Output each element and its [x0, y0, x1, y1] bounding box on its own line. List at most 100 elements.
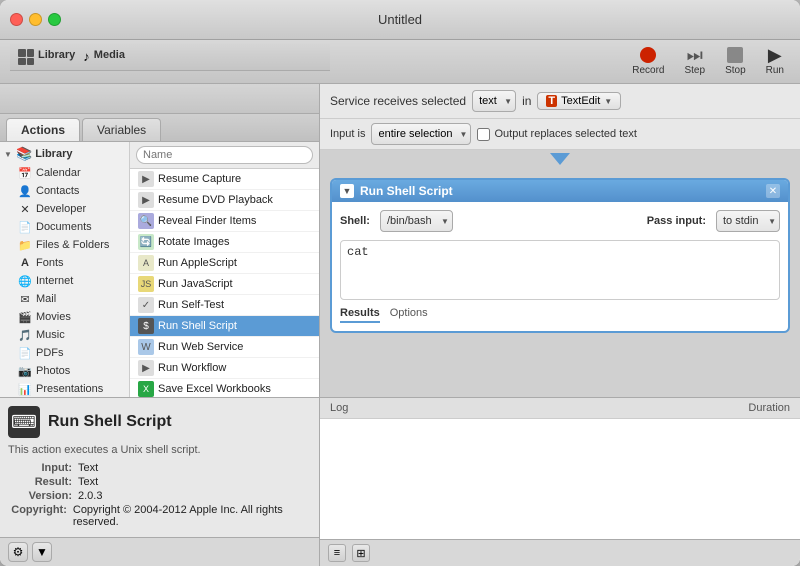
- library-item-photos[interactable]: 📷 Photos: [0, 362, 129, 380]
- calendar-icon: 📅: [18, 166, 32, 180]
- library-item-calendar[interactable]: 📅 Calendar: [0, 164, 129, 182]
- developer-icon: ✕: [18, 202, 32, 216]
- documents-icon: 📄: [18, 220, 32, 234]
- info-icon: ⌨: [11, 412, 37, 433]
- library-item-fonts[interactable]: A Fonts: [0, 254, 129, 272]
- rotate-images-icon: 🔄: [138, 234, 154, 250]
- search-input[interactable]: [136, 146, 313, 164]
- info-header: ⌨ Run Shell Script: [8, 406, 311, 438]
- output-replaces-checkbox[interactable]: [477, 128, 490, 141]
- action-rotate-images-label: Rotate Images: [158, 236, 230, 248]
- action-run-self-test[interactable]: ✓ Run Self-Test: [130, 295, 319, 316]
- shell-script-textarea[interactable]: cat: [340, 240, 780, 300]
- action-reveal-finder[interactable]: 🔍 Reveal Finder Items: [130, 211, 319, 232]
- run-button[interactable]: ▶ Run: [760, 45, 790, 78]
- service-text-select[interactable]: text: [472, 90, 516, 112]
- run-shell-icon: $: [138, 318, 154, 334]
- library-item-mail[interactable]: ✉ Mail: [0, 290, 129, 308]
- library-item-pdfs[interactable]: 📄 PDFs: [0, 344, 129, 362]
- save-excel-icon: X: [138, 381, 154, 397]
- action-resume-capture[interactable]: ▶ Resume Capture: [130, 169, 319, 190]
- card-collapse-icon[interactable]: ▼: [340, 184, 354, 198]
- internet-icon: 🌐: [18, 274, 32, 288]
- right-panel: Service receives selected text in T Text…: [320, 84, 800, 566]
- action-resume-capture-label: Resume Capture: [158, 173, 241, 185]
- action-resume-dvd[interactable]: ▶ Resume DVD Playback: [130, 190, 319, 211]
- shell-tab-results[interactable]: Results: [340, 307, 380, 323]
- action-run-shell-script[interactable]: $ Run Shell Script: [130, 316, 319, 337]
- action-run-workflow[interactable]: ▶ Run Workflow: [130, 358, 319, 379]
- library-item-documents[interactable]: 📄 Documents: [0, 218, 129, 236]
- log-expand-icon[interactable]: ⊞: [352, 544, 370, 562]
- titlebar: Untitled: [0, 0, 800, 40]
- info-expand-button[interactable]: ▼: [32, 542, 52, 562]
- stop-button[interactable]: Stop: [719, 45, 752, 78]
- input-label: Input:: [8, 462, 78, 474]
- maximize-button[interactable]: [48, 13, 61, 26]
- input-selection-select[interactable]: entire selection: [371, 123, 471, 145]
- media-button[interactable]: Media: [94, 49, 125, 65]
- library-sidebar: ▼ 📚 Library 📅 Calendar 👤 Contacts ✕: [0, 142, 130, 397]
- action-save-excel-label: Save Excel Workbooks: [158, 383, 271, 395]
- action-save-excel[interactable]: X Save Excel Workbooks: [130, 379, 319, 397]
- action-reveal-finder-label: Reveal Finder Items: [158, 215, 256, 227]
- shell-tab-options[interactable]: Options: [390, 307, 428, 323]
- music-icon: 🎵: [18, 328, 32, 342]
- record-label: Record: [632, 65, 664, 76]
- shell-card-header: ▼ Run Shell Script ✕: [332, 180, 788, 202]
- action-run-javascript[interactable]: JS Run JavaScript: [130, 274, 319, 295]
- library-item-files-folders[interactable]: 📁 Files & Folders: [0, 236, 129, 254]
- app-chevron-icon: ▼: [604, 97, 612, 106]
- resume-capture-icon: ▶: [138, 171, 154, 187]
- minimize-button[interactable]: [29, 13, 42, 26]
- files-folders-icon: 📁: [18, 238, 32, 252]
- library-item-contacts[interactable]: 👤 Contacts: [0, 182, 129, 200]
- library-button[interactable]: Library: [38, 49, 75, 65]
- version-value: 2.0.3: [78, 490, 102, 502]
- library-item-developer[interactable]: ✕ Developer: [0, 200, 129, 218]
- record-button[interactable]: Record: [626, 45, 670, 78]
- log-bottom-bar: ≡ ⊞: [320, 539, 800, 566]
- record-icon: [640, 47, 656, 63]
- card-close-button[interactable]: ✕: [766, 184, 780, 198]
- shell-select-wrapper: /bin/bash: [380, 210, 453, 232]
- pass-input-select[interactable]: to stdin: [716, 210, 780, 232]
- tab-variables[interactable]: Variables: [82, 118, 161, 141]
- shell-select[interactable]: /bin/bash: [380, 210, 453, 232]
- presentations-label: Presentations: [36, 383, 103, 395]
- input-selection-wrapper: entire selection: [371, 123, 471, 145]
- left-top-spacer: [0, 84, 319, 114]
- workflow-area[interactable]: ▼ Run Shell Script ✕ Shell: /bin/bash: [320, 168, 800, 397]
- library-item-movies[interactable]: 🎬 Movies: [0, 308, 129, 326]
- duration-column-header: Duration: [710, 402, 790, 414]
- library-item-presentations[interactable]: 📊 Presentations: [0, 380, 129, 397]
- pass-input-label: Pass input:: [647, 215, 706, 227]
- info-settings-button[interactable]: ⚙: [8, 542, 28, 562]
- close-button[interactable]: [10, 13, 23, 26]
- step-button[interactable]: ⏭ Step: [678, 45, 711, 78]
- service-app-selector[interactable]: T TextEdit ▼: [537, 92, 621, 110]
- library-item-music[interactable]: 🎵 Music: [0, 326, 129, 344]
- shell-card-body: Shell: /bin/bash Pass input: to stdin: [332, 202, 788, 331]
- action-run-applescript[interactable]: A Run AppleScript: [130, 253, 319, 274]
- connector-area: [320, 150, 800, 168]
- library-item-internet[interactable]: 🌐 Internet: [0, 272, 129, 290]
- output-replaces-text: Output replaces selected text: [494, 128, 636, 140]
- copyright-label: Copyright:: [8, 504, 73, 528]
- movies-label: Movies: [36, 311, 71, 323]
- window-title: Untitled: [378, 12, 422, 27]
- library-section-header[interactable]: ▼ 📚 Library: [0, 144, 129, 164]
- input-value: Text: [78, 462, 98, 474]
- service-in-label: in: [522, 94, 531, 108]
- tab-actions[interactable]: Actions: [6, 118, 80, 141]
- documents-label: Documents: [36, 221, 92, 233]
- library-section-icon: 📚: [16, 146, 32, 162]
- action-rotate-images[interactable]: 🔄 Rotate Images: [130, 232, 319, 253]
- shell-shell-row: Shell: /bin/bash Pass input: to stdin: [340, 210, 780, 232]
- action-run-web-service[interactable]: W Run Web Service: [130, 337, 319, 358]
- log-list-icon[interactable]: ≡: [328, 544, 346, 562]
- mail-icon: ✉: [18, 292, 32, 306]
- output-replaces-label[interactable]: Output replaces selected text: [477, 128, 636, 141]
- stop-label: Stop: [725, 65, 746, 76]
- log-area: Log Duration ≡ ⊞: [320, 397, 800, 566]
